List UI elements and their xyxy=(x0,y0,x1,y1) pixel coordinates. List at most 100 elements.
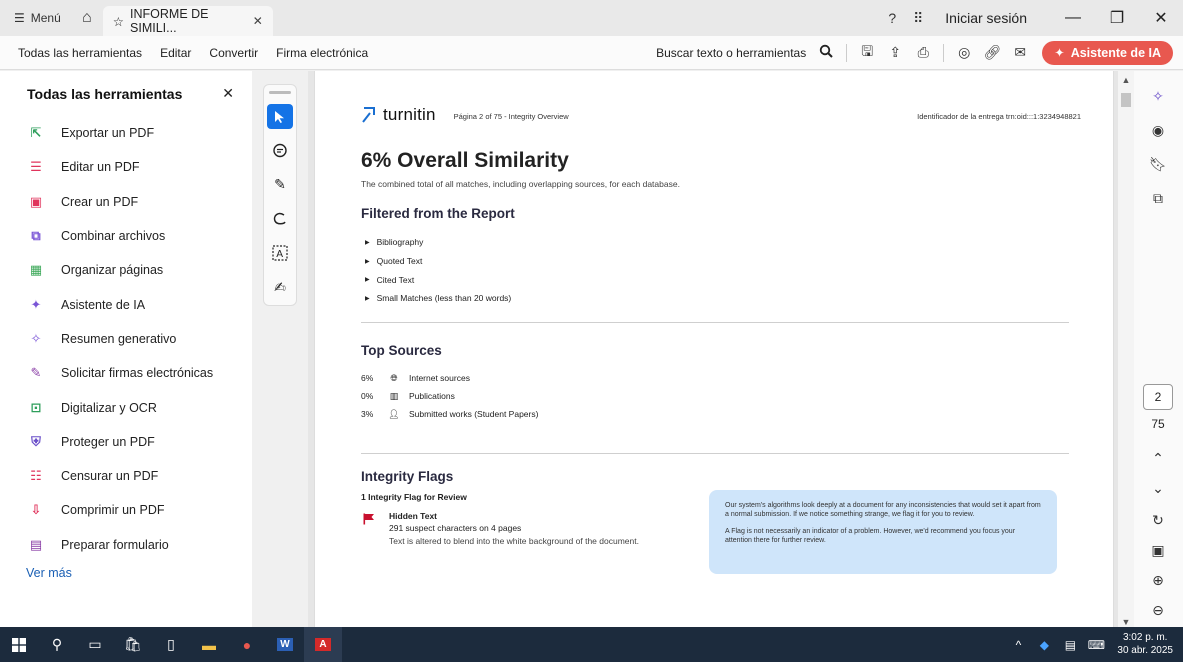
ai-button-label: Asistente de IA xyxy=(1070,45,1161,60)
vertical-scrollbar[interactable]: ▲ ▼ xyxy=(1118,71,1134,627)
sign-icon[interactable]: ✍ xyxy=(267,275,293,300)
chrome-icon[interactable]: ● xyxy=(228,627,266,662)
current-page-input[interactable]: 2 xyxy=(1143,384,1173,410)
scroll-up-arrow-icon[interactable]: ▲ xyxy=(1118,75,1134,85)
windows-start-icon[interactable] xyxy=(0,627,38,662)
file-explorer-icon[interactable]: ▬ xyxy=(190,627,228,662)
bookmarks-icon[interactable]: 🔖︎ xyxy=(1142,151,1174,177)
tool-item[interactable]: ✦ Asistente de IA xyxy=(0,287,252,321)
freehand-draw-icon[interactable] xyxy=(267,206,293,231)
ai-sparkle-icon: ✦ xyxy=(1054,46,1065,60)
filtered-heading: Filtered from the Report xyxy=(361,206,515,221)
tab-edit[interactable]: Editar xyxy=(151,36,200,70)
acrobat-icon[interactable]: A xyxy=(304,627,342,662)
system-clock[interactable]: 3:02 p. m. 30 abr. 2025 xyxy=(1109,632,1183,657)
total-pages: 75 xyxy=(1151,417,1165,431)
scroll-down-arrow-icon[interactable]: ▼ xyxy=(1118,617,1134,627)
tab-convert[interactable]: Convertir xyxy=(200,36,267,70)
source-row: 0% ▥ Publications xyxy=(361,387,538,405)
zoom-in-icon[interactable]: ⊕ xyxy=(1142,567,1174,593)
share-user-icon[interactable]: ◎ xyxy=(950,44,978,61)
tool-item[interactable]: ▣ Crear un PDF xyxy=(0,185,252,219)
tab-e-signature[interactable]: Firma electrónica xyxy=(267,36,377,70)
email-icon[interactable]: ✉ xyxy=(1006,44,1034,61)
home-icon[interactable]: ⌂ xyxy=(71,0,103,36)
security-tray-icon[interactable]: ◆ xyxy=(1031,638,1057,652)
apps-grid-icon[interactable]: ⠿ xyxy=(905,10,931,27)
previous-page-icon[interactable]: ⌃ xyxy=(1142,445,1174,471)
filtered-item-label: Cited Text xyxy=(376,274,415,285)
upload-cloud-icon[interactable]: ⇪ xyxy=(881,44,909,61)
generative-summary-icon[interactable]: ✧ xyxy=(1142,83,1174,109)
drag-handle[interactable] xyxy=(269,91,291,94)
page-fit-icon[interactable]: ▣ xyxy=(1142,537,1174,563)
save-icon[interactable]: 🖫 xyxy=(853,41,881,65)
panel-close-icon[interactable]: ✕ xyxy=(222,85,234,102)
tab-close-icon[interactable]: ✕ xyxy=(253,14,263,28)
see-more-link[interactable]: Ver más xyxy=(0,566,252,580)
add-comment-icon[interactable] xyxy=(267,138,293,163)
tool-item[interactable]: ✎ Solicitar firmas electrónicas xyxy=(0,356,252,390)
flag-info-note: Our system's algorithms look deeply at a… xyxy=(709,490,1057,574)
search-tools-button[interactable]: Buscar texto o herramientas xyxy=(656,46,812,60)
search-icon[interactable] xyxy=(812,44,840,61)
minimize-icon[interactable]: — xyxy=(1051,0,1095,36)
tool-item[interactable]: ⊡ Digitalizar y OCR xyxy=(0,390,252,424)
filtered-item: ▶ Quoted Text xyxy=(365,252,511,271)
tool-item-label: Combinar archivos xyxy=(61,229,166,244)
refresh-icon[interactable]: ↻ xyxy=(1142,507,1174,533)
globe-icon: 🌐︎ xyxy=(390,372,398,383)
document-tab[interactable]: ☆ INFORME DE SIMILI... ✕ xyxy=(102,6,273,36)
star-icon[interactable]: ☆ xyxy=(113,14,124,29)
turnitin-logo-icon xyxy=(361,105,377,125)
task-view-icon[interactable]: ▭ xyxy=(76,627,114,662)
page-thumbnails-icon[interactable]: ⧉ xyxy=(1142,185,1174,211)
menu-button[interactable]: ☰ Menú xyxy=(0,0,71,36)
close-window-icon[interactable]: ✕ xyxy=(1139,0,1183,36)
bullet-triangle-icon: ▶ xyxy=(365,239,370,246)
svg-text:A: A xyxy=(276,249,283,260)
print-icon[interactable]: ⎙ xyxy=(909,44,937,61)
tool-item[interactable]: ⇱ Exportar un PDF xyxy=(0,116,252,150)
show-hidden-icons-icon[interactable]: ^ xyxy=(1005,638,1031,652)
tool-item[interactable]: ⛨ Proteger un PDF xyxy=(0,425,252,459)
link-icon[interactable]: 🔗︎ xyxy=(978,44,1006,61)
network-tray-icon[interactable]: ▤ xyxy=(1057,638,1083,652)
next-page-icon[interactable]: ⌄ xyxy=(1142,475,1174,501)
flags-count: 1 Integrity Flag for Review xyxy=(361,492,467,502)
integrity-flags-heading: Integrity Flags xyxy=(361,469,454,484)
source-label: Publications xyxy=(409,391,455,401)
tool-item[interactable]: ✧ Resumen generativo xyxy=(0,322,252,356)
tab-all-tools[interactable]: Todas las herramientas xyxy=(0,36,151,70)
clock-date: 30 abr. 2025 xyxy=(1117,644,1173,656)
tool-item[interactable]: ▤ Preparar formulario xyxy=(0,528,252,562)
keyboard-tray-icon[interactable]: ⌨ xyxy=(1083,638,1109,652)
main-toolbar: Todas las herramientas Editar Convertir … xyxy=(0,36,1183,70)
tool-item[interactable]: ☷ Censurar un PDF xyxy=(0,459,252,493)
tool-item[interactable]: ▦ Organizar páginas xyxy=(0,253,252,287)
highlight-pen-icon[interactable]: ✎ xyxy=(267,172,293,197)
request-signatures-icon: ✎ xyxy=(30,365,42,381)
store-icon[interactable]: 🛍︎ xyxy=(114,627,152,662)
comments-icon[interactable]: ◉ xyxy=(1142,117,1174,143)
similarity-subtitle: The combined total of all matches, inclu… xyxy=(361,179,680,189)
tool-item-label: Asistente de IA xyxy=(61,297,146,312)
tool-item[interactable]: ⧉ Combinar archivos xyxy=(0,219,252,253)
help-icon[interactable]: ? xyxy=(879,10,905,26)
text-box-icon[interactable]: A xyxy=(267,241,293,266)
ai-assistant-button[interactable]: ✦ Asistente de IA xyxy=(1042,40,1173,65)
zoom-out-icon[interactable]: ⊖ xyxy=(1142,597,1174,623)
tool-item[interactable]: ⇩ Comprimir un PDF xyxy=(0,493,252,527)
select-cursor-icon[interactable] xyxy=(267,103,293,130)
signin-button[interactable]: Iniciar sesión xyxy=(931,10,1051,26)
scroll-thumb[interactable] xyxy=(1121,93,1131,107)
scan-ocr-icon: ⊡ xyxy=(30,399,42,415)
flag-description: Text is altered to blend into the white … xyxy=(389,536,639,546)
restore-icon[interactable]: ❐ xyxy=(1095,0,1139,36)
file-icon[interactable]: ▯ xyxy=(152,627,190,662)
taskbar-search-icon[interactable]: ⚲ xyxy=(38,627,76,662)
hidden-text-flag: Hidden Text 291 suspect characters on 4 … xyxy=(363,511,639,546)
tool-item[interactable]: ☰ Editar un PDF xyxy=(0,150,252,184)
word-icon[interactable]: W xyxy=(266,627,304,662)
panel-title: Todas las herramientas xyxy=(27,85,183,102)
